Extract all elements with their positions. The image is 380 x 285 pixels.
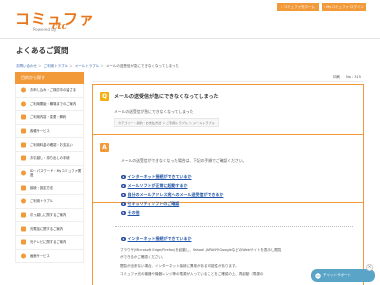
sidebar-item-label: ご利用トラブル <box>30 199 54 204</box>
sidebar-item-label: お引越し・持ち出しの手続 <box>30 156 70 161</box>
toc-link-2[interactable]: 2 メールソフトが正常に起動するか <box>121 183 188 189</box>
toc-label: メールソフトが正常に起動するか <box>127 183 188 188</box>
sidebar-item-id-password[interactable]: ID・パスワード・Myコミュファ関連 <box>15 165 84 182</box>
sidebar-item-phone[interactable]: 光電話に関するご案内 <box>15 222 84 236</box>
answer-box: A メールの送受信ができなくなった場合は、下記の手順でご確認ください。 1 インタ… <box>92 134 364 285</box>
sidebar-item-new-customers[interactable]: お申し込み・ご検討中の皆さま <box>15 84 84 98</box>
sidebar-item-label: ID・パスワード・Myコミュファ関連 <box>30 168 82 178</box>
sidebar-item-label: 引っ越しに関するご案内 <box>30 212 67 217</box>
sidebar-heading: 目的から探す <box>15 72 84 84</box>
mycommufa-login-label: Myコミュファ ログイン <box>326 5 365 9</box>
page-title: よくあるご質問 <box>16 46 69 55</box>
toc-number: 1 <box>121 174 126 180</box>
phone-icon <box>21 226 26 232</box>
document-icon <box>21 114 26 120</box>
faq-topbar: 印刷 No : 315 <box>92 72 364 82</box>
toc-label: その他 <box>127 210 140 215</box>
question-mark-icon: Q <box>100 92 109 101</box>
user-icon <box>21 87 26 93</box>
flag-icon <box>21 101 26 107</box>
toc-link-4[interactable]: 4 セキュリティソフトのご確認 <box>121 201 179 207</box>
breadcrumb-item[interactable]: お問い合わせ <box>16 64 37 68</box>
answer-intro: メールの送受信ができなくなった場合は、下記の手順でご確認ください。 <box>121 158 247 163</box>
breadcrumb-separator: ＞ <box>38 64 42 68</box>
section-heading-1: 1 インターネット接続ができているか <box>121 236 192 242</box>
breadcrumb-item[interactable]: メールトラブル <box>75 64 100 68</box>
dots-icon <box>21 253 26 259</box>
sidebar-item-label: 光電話に関するご案内 <box>30 226 63 231</box>
answer-body-line: ができるかご確認ください。 <box>120 255 166 259</box>
sidebar-item-billing[interactable]: ご利用料金の確認・お支払い <box>15 138 84 152</box>
sidebar-item-label: 画面サービス <box>30 253 50 258</box>
section-divider <box>115 226 353 227</box>
sidebar-item-internet[interactable]: 引っ越しに関するご案内 <box>15 208 84 223</box>
chat-icon <box>315 272 321 279</box>
sidebar-item-label: 光テレビに関するご案内 <box>30 240 67 245</box>
site-header: コミュファ Powered by ctc ›コミュファ光ホーム ›Myコミュファ… <box>0 0 380 38</box>
toc-number: 4 <box>121 201 126 207</box>
sidebar-item-contract-change[interactable]: ご利用内容・変更・解約 <box>15 111 84 125</box>
question-text: メールの送受信が急にできなくなってしまった <box>114 109 194 114</box>
gear-icon <box>21 185 26 191</box>
toc-label: セキュリティソフトのご確認 <box>127 201 180 206</box>
sidebar-item-label: お申し込み・ご検討中の皆さま <box>30 88 77 93</box>
breadcrumb-current: メールの送受信が急にできなくなってしまった <box>105 64 180 68</box>
breadcrumb-separator: ＞ <box>69 64 73 68</box>
yen-icon <box>21 142 26 148</box>
answer-body-line: コミュファ光の機器や機器レンジ等の電源が入っていることをご確認の上、再起動（電源… <box>120 272 264 276</box>
section-number: 1 <box>121 236 126 242</box>
sidebar-item-services[interactable]: 各種サービス <box>15 124 84 139</box>
faq-main: 印刷 No : 315 Q メールの送受信が急にできなくなってしまった メールの… <box>92 72 364 285</box>
toc-link-3[interactable]: 3 自分のメールアドレス宛へのメール送受信ができるか <box>121 192 223 198</box>
truck-icon <box>21 155 26 161</box>
ctc-logo: ctc <box>52 22 68 32</box>
print-link[interactable]: 印刷 <box>333 75 340 80</box>
home-link-label: コミュファ光ホーム <box>283 5 315 9</box>
breadcrumb-separator: ＞ <box>100 64 104 68</box>
breadcrumb-item[interactable]: ご利用トラブル <box>44 64 69 68</box>
arrow-right-icon: › <box>281 5 283 9</box>
faq-number: No : 315 <box>346 75 361 79</box>
toc-number: 5 <box>121 210 126 216</box>
toc-label: 自分のメールアドレス宛へのメール送受信ができるか <box>127 192 224 197</box>
sidebar-item-label: 接続・設定方法 <box>30 185 54 190</box>
home-link-button[interactable]: ›コミュファ光ホーム <box>277 3 319 11</box>
key-icon <box>21 170 26 176</box>
answer-body-line: ブラウザ(Microsoft Edge/Firefox)を起動し、Yahoo! … <box>120 248 282 252</box>
chat-support-button[interactable]: チャットサポート <box>311 269 375 282</box>
sidebar-item-label: ご利用料金の確認・お支払い <box>30 142 73 147</box>
sidebar-item-trouble[interactable]: ご利用トラブル <box>15 195 84 209</box>
toc-number: 3 <box>121 192 126 198</box>
header-divider <box>0 38 380 39</box>
globe-icon <box>21 212 26 218</box>
answer-mark-icon: A <box>100 143 109 152</box>
sidebar-item-label: ご利用内容・変更・解約 <box>30 115 67 120</box>
sidebar-item-connection-setup[interactable]: 接続・設定方法 <box>15 181 84 196</box>
toc-label: インターネット接続ができているか <box>127 174 192 179</box>
category-tags[interactable]: カテゴリー : 契約・お支払方法 ＞ ご利用トラブル ＞ メールトラブル <box>114 118 219 127</box>
toc-number: 2 <box>121 183 126 189</box>
sidebar-item-tv[interactable]: 光テレビに関するご案内 <box>15 235 84 250</box>
section-heading-label: インターネット接続ができているか <box>127 236 192 241</box>
sidebar-item-label: ご利用開始・職場までのご案内 <box>30 101 77 106</box>
answer-body-line: 閲覧が出来ない場合、インターネット接続に異常がある可能性があります。 <box>120 264 239 268</box>
toc-link-5[interactable]: 5 その他 <box>121 210 140 216</box>
sidebar-item-other-services[interactable]: 画面サービス <box>15 249 84 264</box>
chat-support-label: チャットサポート <box>323 273 351 277</box>
sidebar-item-label: 各種サービス <box>30 129 50 134</box>
mycommufa-login-button[interactable]: ›Myコミュファ ログイン <box>322 3 366 11</box>
chat-close-button[interactable]: × <box>366 264 373 271</box>
sidebar-item-start-of-use[interactable]: ご利用開始・職場までのご案内 <box>15 97 84 112</box>
tv-icon <box>21 239 26 245</box>
sidebar: 目的から探す お申し込み・ご検討中の皆さま ご利用開始・職場までのご案内 ご利用… <box>15 72 84 264</box>
question-title: メールの送受信が急にできなくなってしまった <box>114 94 219 100</box>
sidebar-item-moving[interactable]: お引越し・持ち出しの手続 <box>15 151 84 166</box>
toc-link-1[interactable]: 1 インターネット接続ができているか <box>121 174 192 180</box>
warning-icon <box>21 198 26 204</box>
grid-icon <box>21 128 26 134</box>
breadcrumb: お問い合わせ＞ ご利用トラブル＞ メールトラブル＞ メールの送受信が急にできなく… <box>16 64 179 69</box>
